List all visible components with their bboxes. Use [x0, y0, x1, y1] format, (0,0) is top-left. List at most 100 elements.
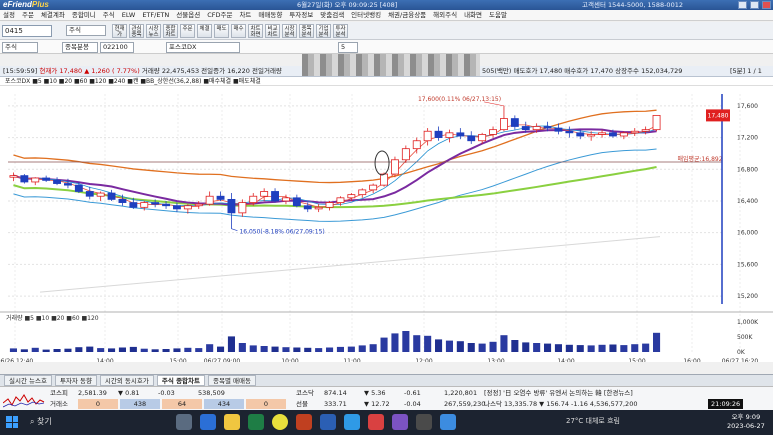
- candle-body[interactable]: [434, 130, 443, 138]
- volume-bar[interactable]: [217, 346, 225, 352]
- candle-body[interactable]: [194, 203, 203, 207]
- volume-bar[interactable]: [64, 348, 72, 352]
- candle-body[interactable]: [587, 134, 596, 137]
- app-icon-blue[interactable]: [344, 414, 360, 430]
- candle-body[interactable]: [445, 132, 454, 138]
- stock-name-input[interactable]: 포스코DX: [166, 42, 240, 53]
- candle-body[interactable]: [173, 205, 181, 210]
- powerpoint-icon[interactable]: [296, 414, 312, 430]
- word-icon[interactable]: [320, 414, 336, 430]
- candle-body[interactable]: [423, 130, 432, 142]
- volume-bar[interactable]: [260, 346, 268, 352]
- menu-item[interactable]: 선물옵션: [176, 10, 200, 20]
- type-select[interactable]: 주식: [66, 25, 106, 36]
- volume-bar[interactable]: [467, 343, 475, 352]
- candle-body[interactable]: [151, 202, 160, 205]
- toolbar-button-7[interactable]: 매수: [231, 24, 246, 38]
- candle-body[interactable]: [554, 127, 563, 132]
- candle-body[interactable]: [107, 192, 116, 200]
- toolbar-button-2[interactable]: 시장뉴스: [146, 24, 161, 38]
- maximize-button[interactable]: [750, 1, 759, 9]
- volume-bar[interactable]: [347, 346, 355, 352]
- candle-body[interactable]: [358, 189, 367, 196]
- toolbar-button-1[interactable]: 관심종목: [129, 24, 144, 38]
- toolbar-button-4[interactable]: 주문: [180, 24, 195, 38]
- volume-bar[interactable]: [9, 348, 17, 352]
- candle-body[interactable]: [314, 206, 323, 210]
- candle-body[interactable]: [271, 191, 279, 202]
- volume-bar[interactable]: [576, 345, 584, 352]
- candle-body[interactable]: [53, 179, 61, 184]
- interval-input[interactable]: 5: [338, 42, 358, 53]
- close-button[interactable]: [762, 1, 771, 9]
- weather-widget[interactable]: 27°C 대체로 흐림: [566, 416, 620, 426]
- volume-bar[interactable]: [533, 343, 541, 352]
- menu-item[interactable]: 인터넷뱅킹: [351, 10, 381, 20]
- menu-item[interactable]: 해외주식: [433, 10, 457, 20]
- volume-bar[interactable]: [402, 331, 410, 352]
- toolbar-button-6[interactable]: 매도: [214, 24, 229, 38]
- screen-code-input[interactable]: 0415: [2, 25, 52, 37]
- volume-bar[interactable]: [511, 340, 519, 352]
- candle-body[interactable]: [282, 197, 290, 202]
- volume-bar[interactable]: [293, 347, 301, 353]
- volume-bar[interactable]: [456, 341, 464, 352]
- volume-bar[interactable]: [151, 349, 159, 352]
- volume-bar[interactable]: [118, 347, 126, 353]
- candle-body[interactable]: [118, 198, 127, 203]
- candle-body[interactable]: [369, 184, 378, 191]
- volume-bar[interactable]: [75, 347, 83, 352]
- candle-body[interactable]: [74, 184, 83, 192]
- app-icon-purple[interactable]: [392, 414, 408, 430]
- candle-body[interactable]: [9, 175, 18, 178]
- volume-bar[interactable]: [620, 345, 628, 352]
- candle-body[interactable]: [183, 205, 192, 210]
- bottom-tab[interactable]: 종목별 매매동: [208, 375, 256, 386]
- candle-body[interactable]: [489, 129, 497, 135]
- volume-bar[interactable]: [435, 339, 443, 352]
- price-chart[interactable]: 17,60017,20016,80016,40016,00015,60015,2…: [0, 86, 773, 362]
- candle-body[interactable]: [478, 134, 487, 142]
- volume-bar[interactable]: [140, 348, 148, 352]
- file-explorer-icon[interactable]: [224, 414, 240, 430]
- toolbar-button-5[interactable]: 체결: [197, 24, 212, 38]
- candle-body[interactable]: [336, 197, 345, 203]
- menu-item[interactable]: 주식: [103, 10, 115, 20]
- volume-bar[interactable]: [326, 347, 334, 353]
- menu-item[interactable]: ETF/ETN: [142, 10, 169, 20]
- candle-body[interactable]: [521, 126, 530, 131]
- volume-bar[interactable]: [162, 349, 170, 352]
- bottom-tab[interactable]: 주식 종합차트: [156, 375, 206, 386]
- candle-body[interactable]: [303, 205, 312, 210]
- candle-body[interactable]: [140, 202, 149, 208]
- volume-bar[interactable]: [653, 332, 661, 352]
- volume-bar[interactable]: [478, 343, 486, 352]
- volume-bar[interactable]: [249, 345, 257, 352]
- volume-bar[interactable]: [642, 343, 650, 352]
- candle-body[interactable]: [325, 202, 334, 208]
- candle-body[interactable]: [391, 159, 399, 175]
- volume-bar[interactable]: [522, 342, 530, 352]
- candle-body[interactable]: [630, 130, 639, 134]
- toolbar-button-8[interactable]: 차트화면: [248, 24, 263, 38]
- candle-body[interactable]: [500, 118, 508, 131]
- volume-bar[interactable]: [380, 337, 388, 352]
- volume-bar[interactable]: [413, 335, 421, 352]
- menu-item[interactable]: 투자정보: [289, 10, 313, 20]
- volume-bar[interactable]: [282, 347, 290, 352]
- volume-bar[interactable]: [489, 341, 497, 352]
- stock-code-input[interactable]: 022100: [100, 42, 134, 53]
- volume-bar[interactable]: [544, 343, 552, 352]
- volume-bar[interactable]: [20, 349, 28, 352]
- candle-body[interactable]: [598, 132, 606, 135]
- candle-body[interactable]: [401, 148, 410, 161]
- menu-item[interactable]: 체결계좌: [41, 10, 65, 20]
- menu-item[interactable]: 차트: [239, 10, 251, 20]
- candle-body[interactable]: [216, 195, 225, 200]
- menu-item[interactable]: 채권/금융상품: [388, 10, 426, 20]
- candle-body[interactable]: [609, 132, 617, 137]
- bottom-tab[interactable]: 실시간 뉴스호: [4, 375, 52, 386]
- volume-bar[interactable]: [108, 348, 116, 352]
- bottom-tab[interactable]: 시간외 동시호가: [99, 375, 154, 386]
- taskbar-search[interactable]: ⌕ 찾기: [30, 416, 52, 427]
